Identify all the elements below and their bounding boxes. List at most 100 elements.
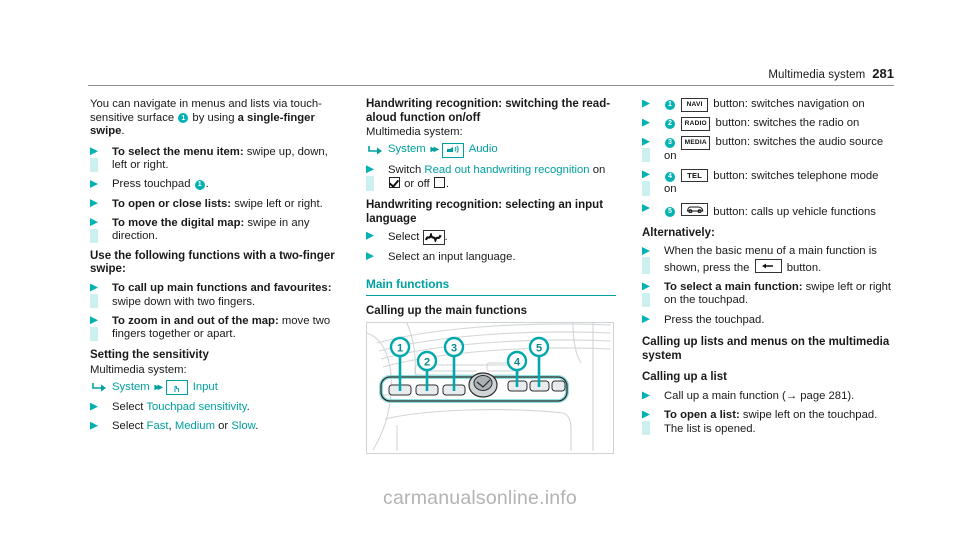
heading-handwriting-language: Handwriting recognition: selecting an in… xyxy=(366,198,604,225)
bullet-bold-label: To zoom in and out of the map: xyxy=(112,314,279,327)
bullet-open-a-list: To open a list: swipe left on the touchp… xyxy=(642,409,894,436)
subheading-calling-up-a-list: Calling up a list xyxy=(642,371,727,384)
intro-text-c: . xyxy=(121,125,125,138)
bullet-text: swipe left or right. xyxy=(234,197,323,210)
bullet-text: Select an input language. xyxy=(388,250,516,263)
select-prefix: Select xyxy=(112,401,144,414)
checkbox-unchecked-icon[interactable] xyxy=(433,177,445,189)
column-left: You can navigate in menus and lists via … xyxy=(90,98,340,439)
callout-1-icon: 1 xyxy=(178,113,189,124)
link-read-out-handwriting-recognition[interactable]: Read out handwriting recognition xyxy=(424,164,589,176)
bullet-vehicle-button: 5 button: calls up vehicle functions xyxy=(642,202,894,219)
page-number: 281 xyxy=(872,66,894,81)
intro-text-b: by using xyxy=(192,111,235,124)
breadcrumb-item-input[interactable]: Input xyxy=(193,381,218,395)
select-tail: . xyxy=(444,231,448,244)
chevron-double-right-icon: ▸▸ xyxy=(430,144,439,156)
checkbox-checked-icon[interactable] xyxy=(389,177,400,189)
breadcrumb-item-audio[interactable]: Audio xyxy=(469,143,498,157)
bullet-navi-button: 1 NAVI button: switches navigation on xyxy=(642,98,894,112)
intro-paragraph: You can navigate in menus and lists via … xyxy=(90,98,340,139)
hand-input-icon xyxy=(165,380,188,396)
alt-post-text: button. xyxy=(786,261,822,274)
bullet-text: button: switches the radio on xyxy=(715,117,860,130)
bullet-text: Call up a main function (→ page 281). xyxy=(664,389,855,402)
bullet-select-input-language: Select an input language. xyxy=(366,251,616,265)
audio-speaker-icon xyxy=(441,142,464,158)
svg-text:1: 1 xyxy=(397,343,403,355)
bullet-select-touchpad-sensitivity: Select Touchpad sensitivity. xyxy=(90,401,340,415)
section-heading-main-functions: Main functions xyxy=(366,277,450,292)
car-vehicle-icon[interactable] xyxy=(681,202,709,217)
back-button-icon[interactable] xyxy=(754,259,782,273)
corner-arrow-icon xyxy=(92,382,107,393)
heading-handwriting-readaloud: Handwriting recognition: switching the r… xyxy=(366,98,611,124)
callout-5-icon: 5 xyxy=(665,207,675,218)
link-medium[interactable]: Medium xyxy=(175,420,215,432)
svg-text:3: 3 xyxy=(451,343,457,355)
or-word: or xyxy=(215,420,232,433)
bullet-radio-button: 2 RADIO button: switches the radio on xyxy=(642,117,894,131)
bullet-select-speed: Select Fast, Medium or Slow. xyxy=(90,420,340,434)
breadcrumb-item-system[interactable]: System xyxy=(388,143,426,157)
column-right: 1 NAVI button: switches navigation on 2 … xyxy=(642,98,894,442)
bullet-tail: . xyxy=(205,178,209,191)
bullet-bold-label: To select a main function: xyxy=(664,280,803,293)
bullet-press-the-touchpad: Press the touchpad. xyxy=(642,314,894,328)
manual-page: Multimedia system 281 You can navigate in… xyxy=(0,0,960,533)
bullet-bold-label: To open or close lists: xyxy=(112,197,232,210)
bullet-select-menu-item: To select the menu item: swipe up, down,… xyxy=(90,146,340,173)
switch-mid: on xyxy=(592,163,606,176)
site-watermark: carmanualsonline.info xyxy=(383,487,577,509)
bullet-media-button: 3 MEDIA button: switches the audio sourc… xyxy=(642,136,894,163)
heading-alternatively: Alternatively: xyxy=(642,226,715,239)
column-middle: Handwriting recognition: switching the r… xyxy=(366,98,616,320)
link-fast[interactable]: Fast xyxy=(147,420,169,432)
bullet-tel-button: 4 TEL button: switches telephone mode on xyxy=(642,168,894,197)
bullet-switch-readout: Switch Read out handwriting recognition … xyxy=(366,164,616,192)
handwriting-scribble-icon[interactable] xyxy=(422,230,445,246)
subheading-calling-up-main-functions: Calling up the main functions xyxy=(366,305,527,318)
page-header: Multimedia system 281 xyxy=(88,66,894,81)
header-title: Multimedia system xyxy=(768,69,866,81)
corner-arrow-icon xyxy=(368,145,383,156)
bullet-press-back-button: When the basic menu of a main function i… xyxy=(642,245,894,275)
breadcrumb[interactable]: System ▸▸ Input xyxy=(92,380,340,396)
navi-key-icon[interactable]: NAVI xyxy=(681,98,709,112)
bullet-select-handwriting-icon: Select . xyxy=(366,230,616,246)
bullet-text: Press touchpad xyxy=(112,178,191,191)
bullet-bold-label: To select the menu item: xyxy=(112,145,244,158)
bullet-press-touchpad: Press touchpad 1. xyxy=(90,178,340,192)
bullet-zoom-map: To zoom in and out of the map: move two … xyxy=(90,315,340,342)
bullet-text: button: calls up vehicle functions xyxy=(713,205,876,218)
bullet-text: Press the touchpad. xyxy=(664,313,765,326)
bullet-text: button: switches navigation on xyxy=(713,98,865,110)
callout-4-icon: 4 xyxy=(665,171,675,182)
two-finger-heading: Use the following functions with a two-f… xyxy=(90,249,335,276)
bullet-bold-label: To move the digital map: xyxy=(112,216,245,229)
centre-console-illustration: 1 2 3 4 5 xyxy=(366,322,614,454)
sensitivity-heading: Setting the sensitivity xyxy=(90,348,209,361)
select-prefix: Select xyxy=(388,231,420,244)
svg-text:5: 5 xyxy=(536,343,542,355)
bullet-call-up-main-functions: To call up main functions and favourites… xyxy=(90,282,340,309)
select-tail: . xyxy=(255,420,259,433)
tel-key-icon[interactable]: TEL xyxy=(681,168,709,183)
breadcrumb-item-system[interactable]: System xyxy=(112,381,150,395)
media-key-icon[interactable]: MEDIA xyxy=(681,136,711,150)
select-prefix: Select xyxy=(112,420,144,433)
bullet-bold-label: To open a list: xyxy=(664,409,740,422)
switch-prefix: Switch xyxy=(388,163,422,176)
radio-key-icon[interactable]: RADIO xyxy=(681,117,711,131)
bullet-call-up-main-function: Call up a main function (→ page 281). xyxy=(642,390,894,404)
bullet-bold-label: To call up main functions and favourites… xyxy=(112,282,332,295)
breadcrumb[interactable]: System ▸▸ Audio xyxy=(368,142,616,158)
link-slow[interactable]: Slow xyxy=(231,420,255,432)
sensitivity-subtitle: Multimedia system: xyxy=(90,363,187,376)
chevron-double-right-icon: ▸▸ xyxy=(154,381,163,393)
svg-text:4: 4 xyxy=(514,357,521,369)
link-touchpad-sensitivity[interactable]: Touchpad sensitivity xyxy=(146,401,246,413)
callout-3-icon: 3 xyxy=(665,137,675,148)
bullet-open-close-lists: To open or close lists: swipe left or ri… xyxy=(90,198,340,212)
select-tail: . xyxy=(246,401,250,414)
